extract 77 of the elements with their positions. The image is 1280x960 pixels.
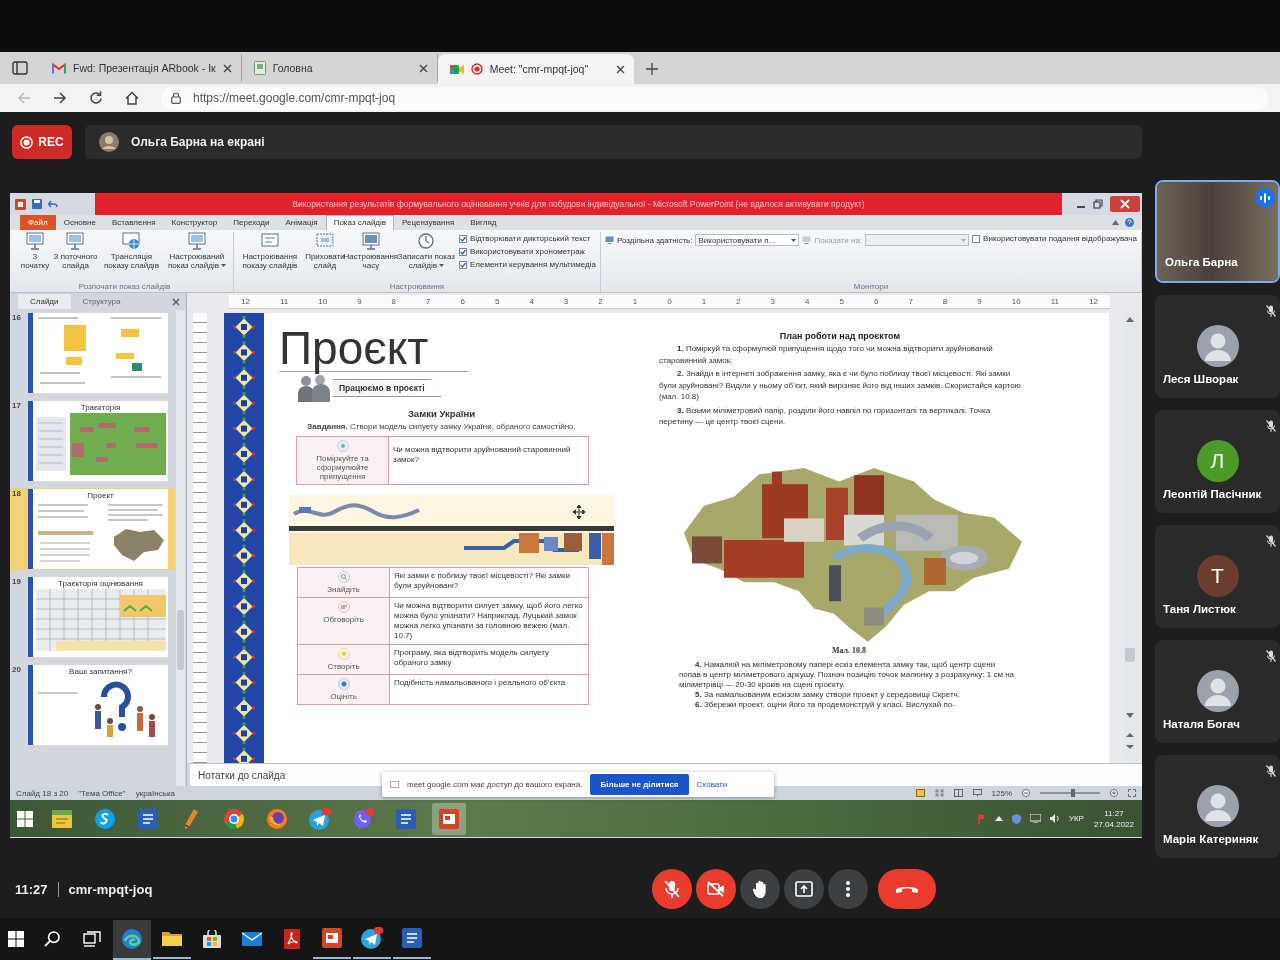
- participant-name: Марія Катериняк: [1163, 833, 1259, 845]
- ruler-label: 7: [908, 297, 913, 306]
- ruler-label: 9: [977, 297, 982, 306]
- thumbnail-title: Траєкторія: [80, 403, 121, 412]
- slide-title: Проєкт: [279, 325, 469, 372]
- participant-name: Наталя Богач: [1163, 718, 1240, 730]
- table-cell: Програму, яка відтворить модель силуету обраного замку: [389, 644, 589, 675]
- theme-name: "Тема Office": [78, 788, 126, 798]
- thumbnail-title: Проект: [87, 491, 114, 500]
- ruler-label: 7: [426, 297, 431, 306]
- ruler-label: 12: [241, 297, 250, 306]
- figure-caption: Мал. 10.8: [830, 645, 868, 655]
- group-label: Монітори: [852, 282, 890, 292]
- section-heading: Замки України: [406, 408, 477, 419]
- plan-step: 3. Візьми міліметровий папір, розділи його навпіл по горизонталі та вертикалі. Точка перетину — це центр твоєї сцени.: [659, 404, 1021, 428]
- ruler-label: 6: [873, 297, 879, 306]
- meeting-time: 11:27: [15, 881, 48, 897]
- participant-name: Леонтій Пасічник: [1163, 488, 1262, 500]
- ruler-label: 4: [805, 297, 810, 306]
- plan-step: 4. Намалюй на міліметровому папері ескіз елемента замку так, щоб центр сцени попав в центр міліметрового аркушу. Познач позицію точок малюнку з розрахунку: 1 см на міліметрівці — 20-30 кроків на сцені проєкту.: [679, 659, 1019, 690]
- cell-label: Створіть: [327, 662, 360, 671]
- section-banner: Працюємо в проєкті: [333, 379, 442, 397]
- participant-name: Таня Листюк: [1163, 603, 1236, 615]
- table-cell: Які замки є поблизу твоєї місцевості? Які замки були зруйновані?: [389, 567, 589, 598]
- ruler-label: 6: [460, 297, 465, 306]
- avatar-initial: Л: [1196, 440, 1239, 482]
- slide-counter: Слайд 18 з 20: [16, 788, 69, 798]
- slide-number: 19: [12, 577, 22, 588]
- ruler-label: 2: [736, 297, 741, 306]
- ruler-label: 3: [770, 297, 775, 306]
- cell-label: Обговоріть: [323, 615, 364, 624]
- cell-label: Поміркуйте та сформулюйте припущення: [316, 454, 369, 481]
- group-label: Розпочати показ слайдів: [77, 282, 172, 292]
- plan-step: 1. Поміркуй та сформулюй припущення щодо того чи можна відтворити зруйнований старовинний замок.: [659, 343, 1021, 366]
- ruler-label: 4: [529, 297, 534, 306]
- ruler-label: 0: [667, 297, 672, 306]
- ruler-label: 2: [598, 297, 603, 306]
- ruler-label: 8: [391, 297, 397, 306]
- slide-number: 18: [12, 489, 22, 500]
- slide-number: 17: [12, 401, 22, 412]
- field-label: Роздільна здатність:: [616, 235, 693, 245]
- task-text: Завдання. Створи модель силуету замку України, обраного самостійно.: [306, 422, 577, 431]
- meeting-code: cmr-mpqt-joq: [68, 881, 153, 897]
- plan-step: 2. Знайди в інтернеті зображення замку, яка є чи було поблизу твоєї місцевості. Які замки були зруйновані? Виділи у ньому об’єкт, який вирізняє його від інших замків. Скористайся картою (мал. 10.8): [659, 368, 1021, 403]
- table-cell: Подібність намальованого і реального об’єкта: [389, 674, 589, 705]
- share-message: meet.google.com має доступ до вашого екрана.: [407, 780, 583, 789]
- slide-number: 16: [12, 313, 22, 324]
- ruler-label: 10: [318, 297, 328, 306]
- participant-name: Ольга Барна: [1165, 256, 1238, 268]
- language-label: українська: [135, 788, 175, 798]
- ruler-label: 9: [357, 297, 362, 306]
- ruler-label: 11: [279, 297, 289, 306]
- slide-number: 20: [12, 665, 22, 676]
- participant-name: Леся Шворак: [1163, 373, 1239, 385]
- ruler-label: 3: [563, 297, 569, 306]
- cell-label: Оцініть: [330, 692, 357, 701]
- table-cell: Чи можна відтворити силует замку, щоб його легко можна було упізнати? Наприклад, Луцький замок можна легко упізнати за головною вежею (мал. 10.7): [389, 597, 589, 645]
- plan-title: План роботи над проєктом: [778, 331, 902, 341]
- presenter-label: Ольга Барна на екрані: [131, 135, 265, 149]
- cell-label: Знайдіть: [327, 585, 360, 594]
- ruler-label: 1: [701, 297, 707, 306]
- ruler-label: 5: [839, 297, 844, 306]
- ruler-label: 12: [1088, 297, 1098, 306]
- table-cell: Чи можна відтворити зруйнований старовинний замок?: [388, 436, 589, 485]
- field-label: Показати на:: [814, 235, 863, 245]
- ruler-label: 11: [1050, 297, 1059, 306]
- ruler-label: 1: [632, 297, 638, 306]
- thumbnail-title: Ваші запитання?: [69, 667, 132, 676]
- ruler-label: 10: [1011, 297, 1021, 306]
- ruler-label: 5: [494, 297, 500, 306]
- group-label: Настроювання: [388, 282, 446, 292]
- ruler-label: 8: [942, 297, 948, 306]
- avatar-initial: Т: [1196, 555, 1239, 597]
- plan-step: 5. За намальованим ескізом замку створи проект у середовищі Скретч.: [679, 689, 1019, 700]
- window-title: Використання результатів формувального оцінювання учнів для побудови індивідуальної - Microsoft PowerPoint (не вдалося активувати продукт): [95, 193, 1062, 215]
- plan-step: 6. Збережи проект, оціни його та продемонструй у класі. Вислухай по-: [679, 699, 1019, 710]
- thumbnail-title: Траєкторія оцінювання: [58, 579, 143, 588]
